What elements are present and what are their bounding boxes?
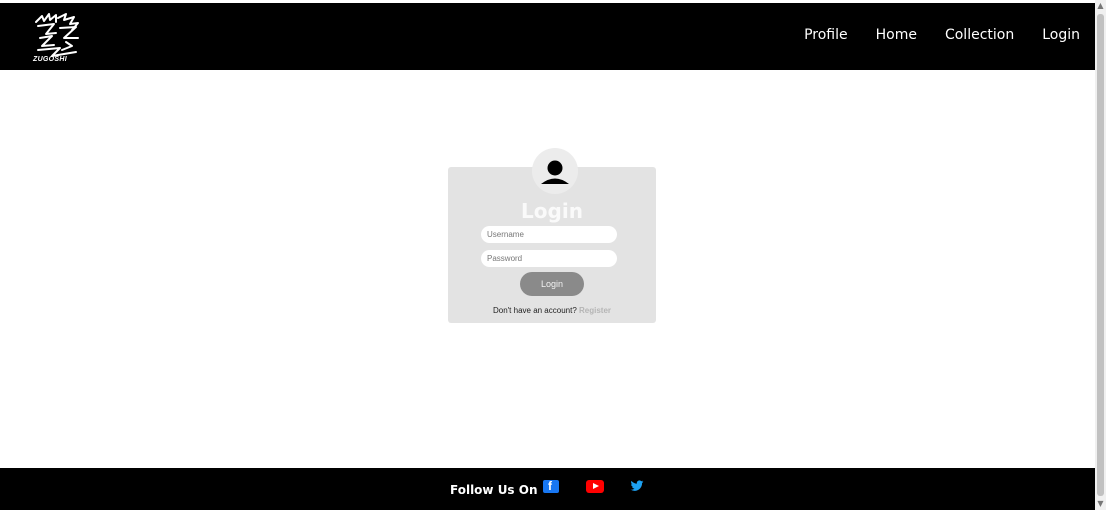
youtube-icon[interactable]	[586, 480, 604, 493]
login-title: Login	[521, 199, 583, 223]
main-content: ZUGOSHI Profile Home Collection Login Lo…	[0, 0, 1095, 510]
scroll-down-arrow-icon[interactable]: ▼	[1095, 498, 1106, 510]
user-avatar-icon	[532, 148, 578, 194]
register-prompt-text: Don't have an account?	[492, 306, 577, 315]
page: ZUGOSHI Profile Home Collection Login Lo…	[0, 0, 1106, 510]
nav-item-login[interactable]: Login	[1042, 27, 1080, 43]
footer: Follow Us On f	[0, 468, 1095, 510]
nav-item-profile[interactable]: Profile	[804, 27, 848, 43]
scroll-up-arrow-icon[interactable]: ▲	[1095, 0, 1106, 12]
register-prompt-line: Don't have an account? Register	[448, 306, 656, 315]
password-input[interactable]	[481, 250, 617, 267]
twitter-icon[interactable]	[630, 479, 644, 493]
top-navbar: ZUGOSHI Profile Home Collection Login	[0, 3, 1095, 70]
login-submit-button[interactable]: Login	[520, 272, 584, 296]
logo-wordmark: ZUGOSHI	[33, 56, 67, 63]
page-scrollbar[interactable]: ▲ ▼	[1095, 0, 1106, 510]
dragon-logo-icon	[35, 13, 79, 57]
register-link[interactable]: Register	[579, 306, 611, 315]
main-nav: Profile Home Collection Login	[776, 27, 1080, 43]
scrollbar-thumb[interactable]	[1097, 14, 1104, 496]
nav-item-collection[interactable]: Collection	[945, 27, 1014, 43]
username-input[interactable]	[481, 226, 617, 243]
nav-item-home[interactable]: Home	[876, 27, 917, 43]
person-silhouette-icon	[541, 160, 569, 184]
follow-us-text: Follow Us On	[450, 483, 538, 497]
facebook-icon[interactable]: f	[543, 479, 559, 493]
